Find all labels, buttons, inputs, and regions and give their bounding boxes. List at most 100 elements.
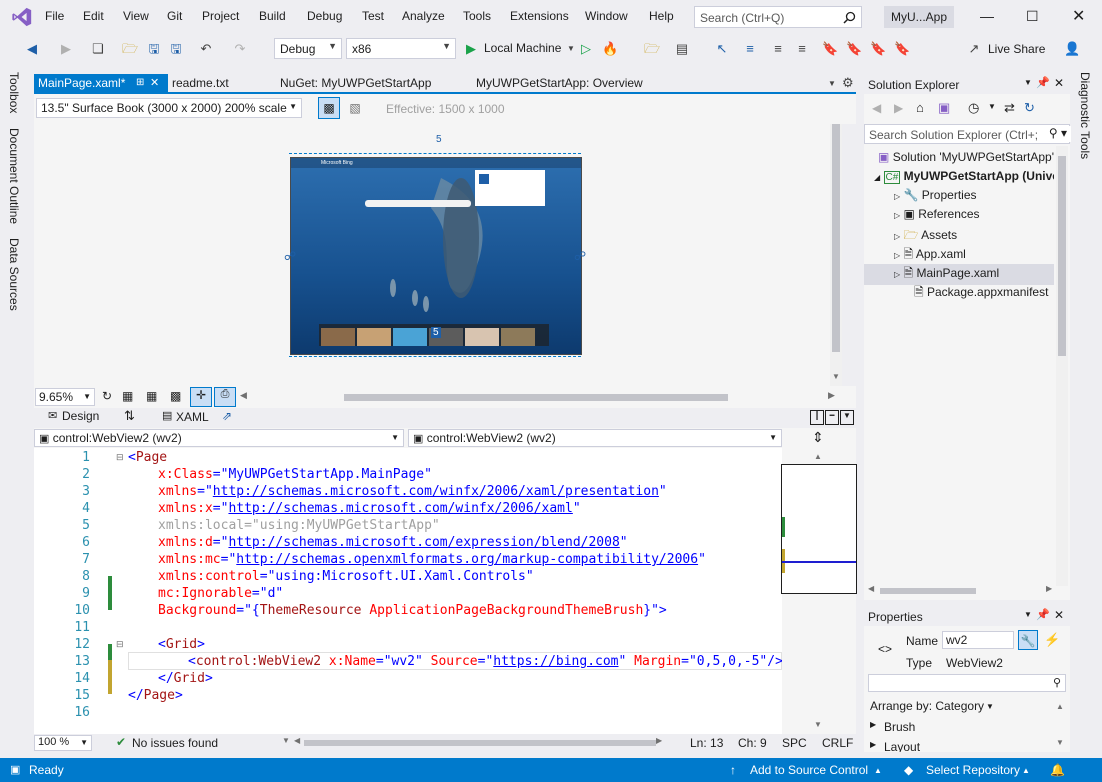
property-search-input[interactable]: ⚲ [868, 674, 1066, 692]
refresh-designer-icon[interactable]: ↻ [102, 389, 112, 403]
arrange-by-dropdown[interactable]: Arrange by: Category [870, 699, 984, 713]
scroll-right-icon[interactable]: ▶ [1046, 584, 1052, 593]
comment-icon[interactable]: ≡ [770, 41, 786, 57]
code-url-link[interactable]: http://schemas.microsoft.com/winfx/2006/… [228, 501, 572, 516]
switch-views-icon[interactable]: ▣ [938, 100, 950, 116]
fold-toggle-icon[interactable]: ⊟ [116, 639, 124, 650]
solution-folder-icon[interactable]: 🗁 [644, 41, 660, 57]
line-indicator[interactable]: Ln: 13 [690, 736, 723, 750]
start-without-debugging-icon[interactable]: ▷ [578, 41, 594, 57]
uncomment-icon[interactable]: ≡ [794, 41, 810, 57]
settings-gear-icon[interactable]: ⚙ [842, 75, 854, 91]
split-editor-icon[interactable]: ⇕ [812, 429, 824, 446]
chevron-down-icon[interactable]: ▼ [988, 102, 996, 111]
snap-lines-icon[interactable]: ✛ [190, 387, 212, 407]
open-folder-icon[interactable]: 🗁 [122, 41, 138, 57]
notifications-bell-icon[interactable]: 🔔 [1050, 763, 1065, 777]
project-code-icon[interactable]: ⎙ [214, 387, 236, 407]
menu-edit[interactable]: Edit [83, 9, 104, 23]
hot-reload-icon[interactable]: 🔥 [602, 41, 618, 57]
layout-category[interactable]: Layout [884, 740, 920, 752]
undo-icon[interactable]: ↶ [198, 41, 214, 57]
menu-view[interactable]: View [123, 9, 149, 23]
scroll-up-icon[interactable]: ▲ [1056, 702, 1064, 711]
chevron-down-icon[interactable]: ▼ [986, 702, 994, 711]
feedback-icon[interactable]: 👤 [1064, 41, 1080, 57]
scroll-left-icon[interactable]: ◀ [240, 390, 247, 401]
save-icon[interactable]: 🖫 [146, 41, 162, 57]
layout-icon[interactable]: ▤ [674, 41, 690, 57]
code-minimap[interactable] [781, 464, 857, 594]
tab-nuget[interactable]: NuGet: MyUWPGetStartApp [276, 74, 435, 92]
tree-item-mainpage-xaml[interactable]: ▷ 🗎 MainPage.xaml [864, 264, 1054, 285]
column-indicator[interactable]: Ch: 9 [738, 736, 767, 750]
bookmark-prev-icon[interactable]: 🔖 [846, 41, 862, 57]
scrollbar-thumb[interactable] [1058, 156, 1066, 356]
artboard-icon[interactable]: ▩ [170, 389, 181, 403]
code-url-link[interactable]: http://schemas.microsoft.com/expression/… [228, 535, 619, 550]
pin-icon[interactable]: 📌 [1036, 608, 1050, 621]
element-left-dropdown[interactable]: ▣ control:WebView2 (wv2) ▼ [34, 429, 404, 447]
left-resize-handle-icon[interactable]: ☍ [284, 249, 296, 263]
fold-toggle-icon[interactable]: ⊟ [116, 452, 124, 463]
code-url-link[interactable]: http://schemas.microsoft.com/winfx/2006/… [213, 484, 659, 499]
editor-horizontal-scroll-thumb[interactable] [304, 740, 656, 746]
search-input[interactable]: Search (Ctrl+Q) [694, 6, 862, 28]
select-repository-button[interactable]: Select Repository [926, 763, 1020, 777]
whitespace-indicator[interactable]: SPC [782, 736, 807, 750]
scrollbar-thumb[interactable] [832, 124, 840, 352]
code-url-link[interactable]: http://schemas.openxmlformats.org/markup… [236, 552, 698, 567]
pin-icon[interactable]: ⊞ [136, 74, 144, 92]
menu-tools[interactable]: Tools [463, 9, 491, 23]
close-icon[interactable]: ✕ [1054, 608, 1064, 622]
scroll-down-icon[interactable]: ▼ [1056, 738, 1064, 747]
collapsed-icon[interactable]: ▶ [870, 720, 876, 729]
menu-git[interactable]: Git [167, 9, 182, 23]
popout-xaml-icon[interactable]: ⇗ [222, 409, 232, 423]
tree-item-properties[interactable]: ▷ 🔧 Properties [894, 188, 977, 202]
forward-icon[interactable]: ▶ [894, 101, 903, 115]
xaml-code-editor[interactable]: ⊟ ⊟ 1 2 3 4 5 6 7 8 9 10 11 12 13 14 15 … [34, 448, 782, 734]
back-icon[interactable]: ◀ [872, 101, 881, 115]
platform-dropdown[interactable]: x86 ▼ [346, 38, 456, 59]
toolbox-tab[interactable]: Toolbox [7, 72, 21, 113]
add-to-source-control-button[interactable]: Add to Source Control [750, 763, 868, 777]
solution-horizontal-scrollbar[interactable]: ◀ ▶ [864, 584, 1070, 598]
xaml-tab[interactable]: XAML [176, 410, 209, 424]
bookmark-next-icon[interactable]: 🔖 [870, 41, 886, 57]
menu-build[interactable]: Build [259, 9, 286, 23]
designer-vertical-scrollbar[interactable]: ▼ [830, 124, 842, 386]
menu-window[interactable]: Window [585, 9, 628, 23]
menu-file[interactable]: File [45, 9, 64, 23]
device-dropdown[interactable]: 13.5" Surface Book (3000 x 2000) 200% sc… [36, 98, 302, 118]
menu-test[interactable]: Test [362, 9, 384, 23]
line-ending-indicator[interactable]: CRLF [822, 736, 853, 750]
tree-item-solution[interactable]: ▣ Solution 'MyUWPGetStartApp' (1 [878, 150, 1054, 164]
grid-icon[interactable]: ▦ [122, 389, 133, 403]
snap-grid-icon[interactable]: ▦ [146, 389, 157, 403]
configuration-dropdown[interactable]: Debug ▼ [274, 38, 342, 59]
home-icon[interactable]: ⌂ [916, 100, 924, 115]
scroll-right-icon[interactable]: ▶ [656, 736, 662, 745]
live-share-button[interactable]: Live Share [988, 42, 1045, 56]
collapse-pane-icon[interactable]: ▼ [840, 410, 854, 425]
menu-project[interactable]: Project [202, 9, 239, 23]
zoom-dropdown[interactable]: 9.65% ▼ [35, 388, 95, 406]
tab-mainpage-xaml[interactable]: MainPage.xaml* ⊞ ✕ [34, 74, 168, 92]
code-url-link[interactable]: https://bing.com [493, 654, 618, 669]
horizontal-split-icon[interactable]: ━ [825, 410, 839, 425]
scroll-down-icon[interactable]: ▼ [832, 372, 840, 381]
horizontal-scroll-thumb[interactable] [344, 394, 728, 401]
run-target-button[interactable]: Local Machine [484, 41, 561, 55]
name-field[interactable]: wv2 [942, 631, 1014, 649]
element-right-dropdown[interactable]: ▣ control:WebView2 (wv2) ▼ [408, 429, 782, 447]
design-tab[interactable]: Design [62, 409, 99, 423]
save-all-icon[interactable]: 🖫 [168, 41, 184, 57]
redo-icon[interactable]: ↷ [232, 41, 248, 57]
forward-icon[interactable]: ▶ [58, 41, 74, 57]
collapsed-icon[interactable]: ▶ [870, 740, 876, 749]
scroll-right-icon[interactable]: ▶ [828, 390, 835, 401]
minimize-button[interactable]: — [980, 8, 994, 24]
properties-wrench-icon[interactable]: 🔧 [1018, 630, 1038, 650]
panel-options-chevron-icon[interactable]: ▼ [1024, 78, 1032, 87]
